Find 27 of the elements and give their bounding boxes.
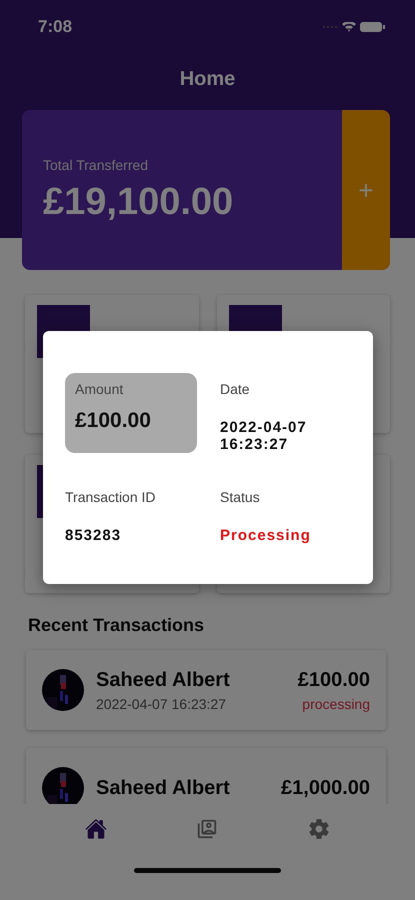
field-label: Status — [220, 489, 261, 505]
transaction-amount: £100.00 — [298, 668, 370, 692]
signal-icon — [322, 25, 338, 29]
transaction-card[interactable]: Saheed Albert £1,000.00 — [26, 748, 386, 804]
transaction-status: processing — [302, 696, 370, 712]
field-value: Processing — [220, 527, 312, 544]
balance-label: Total Transferred — [43, 156, 150, 172]
cards-icon — [196, 818, 218, 840]
section-title: Recent Transactions — [28, 615, 206, 636]
field-label: Amount — [75, 381, 124, 397]
field-label: Transaction ID — [65, 489, 157, 505]
wifi-icon — [342, 22, 356, 32]
settings-icon — [308, 818, 330, 840]
field-value: 853283 — [65, 527, 122, 544]
field-value: £100.00 — [75, 409, 152, 433]
balance-amount: £19,100.00 — [43, 180, 234, 224]
transaction-amount: £1,000.00 — [281, 776, 370, 800]
payee-name: Saheed Albert — [96, 776, 231, 800]
field-value: 2022-04-07 16:23:27 — [220, 419, 308, 453]
battery-icon — [360, 22, 385, 32]
transaction-card[interactable]: Saheed Albert 2022-04-07 16:23:27 £100.00 processing — [26, 650, 386, 730]
status-time: 7:08 — [38, 17, 72, 37]
transaction-date: 2022-04-07 16:23:27 — [96, 696, 227, 712]
home-icon — [84, 818, 107, 840]
field-label: Date — [220, 381, 251, 397]
screen-title: Home — [178, 68, 236, 91]
payee-name: Saheed Albert — [96, 668, 231, 692]
